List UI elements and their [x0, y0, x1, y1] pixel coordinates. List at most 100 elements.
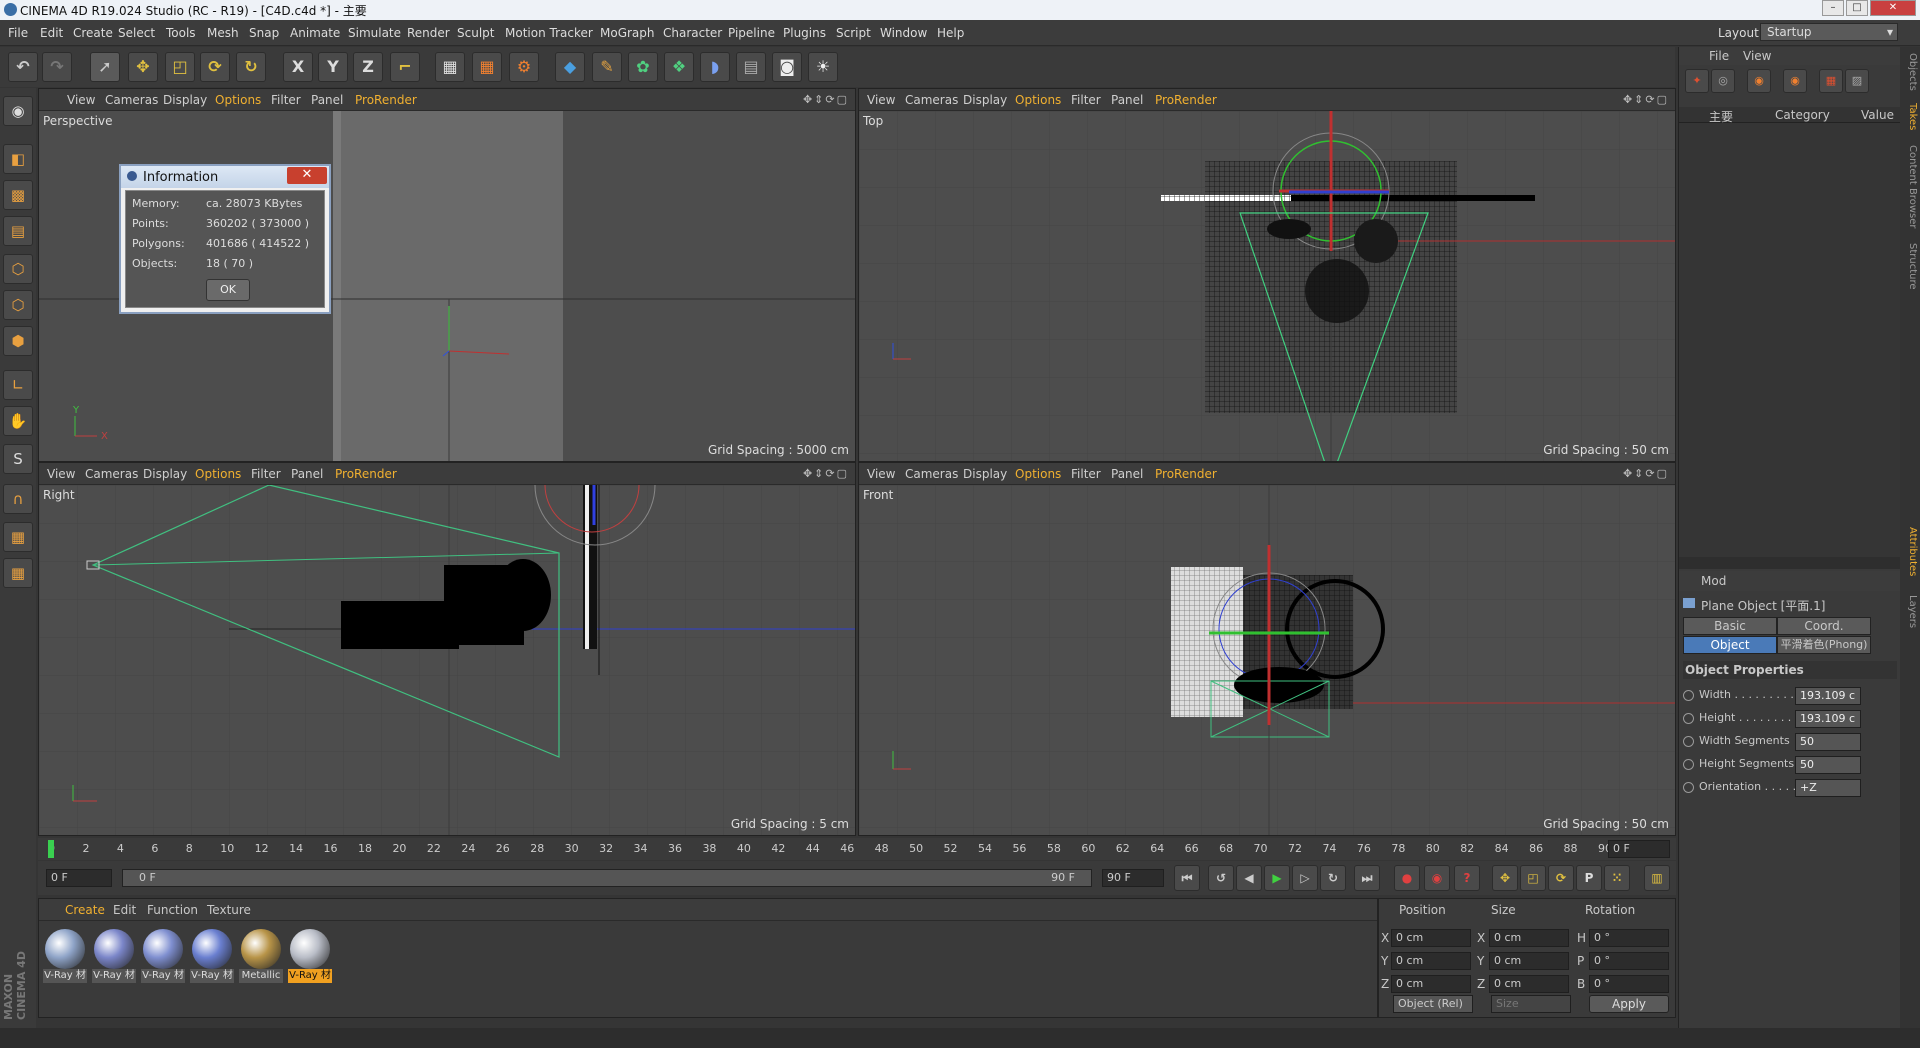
tab-structure[interactable]: Structure	[1902, 243, 1918, 290]
minimize-button[interactable]: –	[1822, 0, 1844, 16]
vp-menu-view[interactable]: View	[867, 93, 895, 107]
planar-workplane-icon[interactable]: ▦	[3, 558, 33, 588]
polygons-mode-icon[interactable]: ⬢	[3, 326, 33, 356]
animate-param-icon[interactable]	[1683, 713, 1694, 724]
vp-menu-options[interactable]: Options	[1015, 93, 1061, 107]
texture-mode-icon[interactable]: ▩	[3, 180, 33, 210]
vp-menu-options[interactable]: Options	[215, 93, 261, 107]
animate-param-icon[interactable]	[1683, 759, 1694, 770]
next-frame-icon[interactable]: ▷	[1292, 865, 1318, 891]
vp-menu-filter[interactable]: Filter	[271, 93, 301, 107]
tab-objects[interactable]: Objects	[1902, 53, 1918, 91]
layout-dropdown[interactable]: Startup ▾	[1760, 23, 1898, 41]
menu-window[interactable]: Window	[880, 26, 927, 40]
rotation-field[interactable]: 0 °	[1589, 952, 1669, 970]
tab-takes[interactable]: Takes	[1902, 103, 1918, 130]
bookmark-icon[interactable]: ◎	[1711, 69, 1735, 93]
vp-menu-view[interactable]: View	[47, 467, 75, 481]
camera-icon[interactable]: ◙	[772, 52, 802, 82]
light-icon[interactable]: ☀	[808, 52, 838, 82]
render-picture-viewer-icon[interactable]: ▦	[472, 52, 502, 82]
vp-menu-display[interactable]: Display	[963, 93, 1007, 107]
menu-plugins[interactable]: Plugins	[783, 26, 826, 40]
material-swatch[interactable]: V-Ray 材	[92, 927, 136, 985]
timeline-window-icon[interactable]: ▥	[1644, 865, 1670, 891]
menu-animate[interactable]: Animate	[290, 26, 340, 40]
vp-menu-display[interactable]: Display	[163, 93, 207, 107]
material-swatch[interactable]: V-Ray 材	[43, 927, 87, 985]
axis-mode-icon[interactable]: ∟	[3, 370, 33, 400]
vp-menu-cameras[interactable]: Cameras	[905, 93, 958, 107]
workplane-icon[interactable]: ▤	[3, 216, 33, 246]
maximize-button[interactable]: □	[1846, 0, 1868, 16]
property-value-field[interactable]: 50	[1795, 733, 1861, 751]
vp-menu-display[interactable]: Display	[963, 467, 1007, 481]
animate-param-icon[interactable]	[1683, 690, 1694, 701]
array-icon[interactable]: ❖	[664, 52, 694, 82]
menu-script[interactable]: Script	[836, 26, 871, 40]
subdivision-icon[interactable]: ✿	[628, 52, 658, 82]
vp-menu-prorender[interactable]: ProRender	[335, 467, 397, 481]
property-value-field[interactable]: +Z	[1795, 779, 1861, 797]
object-list[interactable]	[1679, 123, 1901, 557]
size-field[interactable]: 0 cm	[1489, 929, 1569, 947]
vp-menu-prorender[interactable]: ProRender	[355, 93, 417, 107]
select-arrow-icon[interactable]: ➚	[90, 52, 120, 82]
record-icon[interactable]: ●	[1394, 865, 1420, 891]
floor-icon[interactable]: ▤	[736, 52, 766, 82]
take-icon[interactable]: ◉	[1783, 69, 1807, 93]
ok-button[interactable]: OK	[206, 279, 250, 301]
make-editable-icon[interactable]: ◉	[3, 96, 33, 126]
menu-pipeline[interactable]: Pipeline	[728, 26, 775, 40]
vp-menu-panel[interactable]: Panel	[1111, 467, 1143, 481]
menu-snap[interactable]: Snap	[249, 26, 279, 40]
object-list-scrollbar[interactable]	[1679, 557, 1901, 569]
material-swatch[interactable]: Metallic	[239, 927, 283, 985]
size-field[interactable]: 0 cm	[1489, 975, 1569, 993]
vp-menu-cameras[interactable]: Cameras	[85, 467, 138, 481]
frame-range-slider[interactable]: 0 F 90 F	[122, 869, 1092, 887]
rotation-field[interactable]: 0 °	[1589, 929, 1669, 947]
tab-attributes[interactable]: Attributes	[1902, 527, 1918, 576]
menu-help[interactable]: Help	[937, 26, 964, 40]
om-menu-view[interactable]: View	[1743, 49, 1771, 63]
mat-menu-function[interactable]: Function	[147, 903, 198, 917]
vp-menu-display[interactable]: Display	[143, 467, 187, 481]
property-value-field[interactable]: 193.109 c	[1795, 710, 1861, 728]
lock-icon[interactable]: ▨	[1845, 69, 1869, 93]
menu-mograph[interactable]: MoGraph	[600, 26, 655, 40]
rotate-icon[interactable]: ⟳	[200, 52, 230, 82]
move-icon[interactable]: ✥	[128, 52, 158, 82]
animate-param-icon[interactable]	[1683, 736, 1694, 747]
layer-icon[interactable]: ✦	[1685, 69, 1709, 93]
menu-file[interactable]: File	[8, 26, 28, 40]
start-frame-field[interactable]: 0 F	[46, 869, 112, 887]
current-frame-field[interactable]: 0 F	[1608, 840, 1670, 858]
vp-menu-cameras[interactable]: Cameras	[105, 93, 158, 107]
attr-menu-mode[interactable]: Mod	[1701, 574, 1726, 588]
property-value-field[interactable]: 193.109 c	[1795, 687, 1861, 705]
vp-menu-view[interactable]: View	[67, 93, 95, 107]
coord-mode-dropdown[interactable]: Object (Rel)	[1393, 995, 1473, 1013]
vp-menu-panel[interactable]: Panel	[291, 467, 323, 481]
mat-menu-create[interactable]: Create	[65, 903, 105, 917]
x-axis-lock-icon[interactable]: X	[283, 52, 313, 82]
timeline-ruler[interactable]: 0246810121416182022242628303234363840424…	[38, 838, 1676, 860]
animate-param-icon[interactable]	[1683, 782, 1694, 793]
viewport-nav-icons[interactable]: ✥⇕⟳▢	[803, 93, 849, 106]
key-scale-icon[interactable]: ◰	[1520, 865, 1546, 891]
viewport-nav-icons[interactable]: ✥⇕⟳▢	[803, 467, 849, 480]
autokey-icon[interactable]: ◉	[1424, 865, 1450, 891]
render-view-icon[interactable]: ▦	[435, 52, 465, 82]
vp-menu-filter[interactable]: Filter	[251, 467, 281, 481]
vp-menu-panel[interactable]: Panel	[311, 93, 343, 107]
override-icon[interactable]: ▦	[1819, 69, 1843, 93]
position-field[interactable]: 0 cm	[1391, 929, 1471, 947]
key-pla-icon[interactable]: ⁙	[1604, 865, 1630, 891]
menu-sculpt[interactable]: Sculpt	[457, 26, 494, 40]
dialog-close-button[interactable]: ✕	[287, 167, 327, 184]
vp-menu-prorender[interactable]: ProRender	[1155, 467, 1217, 481]
key-rotation-icon[interactable]: ⟳	[1548, 865, 1574, 891]
tab-object[interactable]: Object	[1683, 636, 1777, 654]
next-key-icon[interactable]: ↻	[1320, 865, 1346, 891]
